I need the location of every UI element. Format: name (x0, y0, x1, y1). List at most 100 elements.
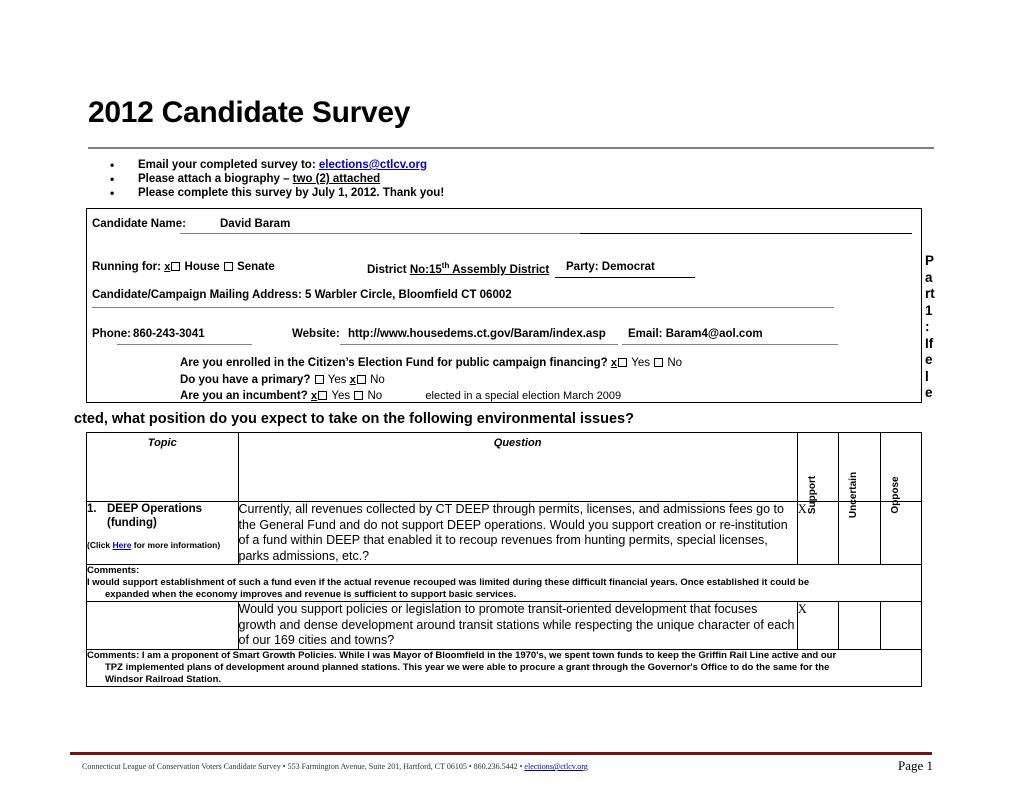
question-cell: Currently, all revenues collected by CT … (237, 501, 798, 565)
incumbent-yes-checkbox[interactable] (318, 391, 328, 400)
senate-label: Senate (237, 261, 275, 273)
list-item: • Please attach a biography – two (2) at… (110, 172, 444, 186)
house-mark: x (164, 261, 171, 273)
part-char: e (925, 385, 933, 400)
part-char: If (925, 335, 934, 351)
comments-line: I would support establishment of such a … (87, 577, 810, 588)
comments-line: TPZ implemented plans of development aro… (105, 661, 830, 673)
senate-checkbox[interactable] (223, 262, 233, 271)
part-char: a (925, 269, 933, 285)
instruction-text: Please complete this survey by July 1, 2… (138, 187, 445, 199)
district-value[interactable]: No:15th Assembly District (410, 261, 549, 276)
candidate-name-label: Candidate Name: (92, 218, 186, 230)
party-value[interactable]: Party: Democrat (566, 261, 655, 273)
running-for-row: Running for: x House Senate (92, 261, 275, 273)
mailing-address-value[interactable]: 5 Warbler Circle, Bloomfield CT 06002 (305, 289, 512, 301)
header-support-label: Support (806, 475, 818, 515)
footer-divider (70, 752, 932, 755)
part-heading-continuation: cted, what position do you expect to tak… (74, 411, 634, 427)
title-divider (88, 147, 934, 149)
part-heading-vertical: P a rt 1 : If e l e (925, 253, 947, 402)
survey-table: Topic Question Support Uncertain Oppose … (86, 432, 923, 687)
topic-more-info: (Click Here for more information) (87, 540, 221, 550)
incumbent-yes-mark: x (311, 390, 318, 402)
incumbent-yes-label: Yes (331, 390, 351, 402)
comments-row: Comments: I am a proponent of Smart Grow… (86, 648, 922, 687)
comments-line: expanded when the economy improves and r… (105, 589, 517, 600)
house-checkbox[interactable] (171, 262, 181, 271)
header-uncertain-label: Uncertain (848, 471, 860, 519)
more-info-link[interactable]: Here (113, 540, 132, 550)
header-question-label: Question (493, 437, 542, 449)
topic-number: 1. (87, 503, 97, 515)
email-rule (622, 344, 838, 345)
footer-text: Connecticut League of Conservation Voter… (82, 762, 588, 771)
email-label: Email: (628, 328, 663, 340)
comments-line: Comments: I am a proponent of Smart Grow… (87, 649, 837, 661)
candidate-name-rule-2 (580, 233, 912, 234)
header-oppose-label: Oppose (889, 476, 901, 514)
primary-question-text: Do you have a primary? (180, 374, 311, 386)
email-link[interactable]: elections@ctlcv.org (319, 159, 427, 171)
header-oppose: Oppose (879, 432, 923, 514)
bullet-icon: • (110, 158, 115, 172)
candidate-name-value[interactable]: David Baram (220, 218, 290, 230)
primary-yes-checkbox[interactable] (314, 375, 324, 384)
email-value[interactable]: Baram4@aol.com (666, 328, 763, 340)
email-field: Email: Baram4@aol.com (628, 328, 763, 340)
website-label: Website: (292, 328, 340, 340)
comments-cell[interactable]: Comments: I would support establishment … (86, 564, 922, 602)
topic-name-line1: DEEP Operations (107, 503, 203, 515)
part-char: P (925, 253, 935, 268)
footer-org-info: Connecticut League of Conservation Voter… (82, 762, 525, 771)
part-char: l (925, 368, 929, 384)
cef-no-label: No (667, 357, 683, 369)
primary-yes-label: Yes (327, 374, 347, 386)
footer-email-link[interactable]: elections@ctlcv.org (524, 762, 587, 771)
support-cell[interactable]: X (796, 601, 840, 650)
mailing-address-row: Candidate/Campaign Mailing Address: 5 Wa… (92, 289, 512, 301)
mailing-address-label: Candidate/Campaign Mailing Address: (92, 289, 302, 301)
biography-note: two (2) attached (292, 173, 381, 185)
cef-question-text: Are you enrolled in the Citizen’s Electi… (180, 357, 608, 369)
document-page: 2012 Candidate Survey • Email your compl… (0, 0, 1020, 788)
comments-label: Comments: (87, 565, 140, 576)
comments-line: Windsor Railroad Station. (105, 673, 222, 685)
party-rule (555, 277, 695, 278)
part-char: 1 (925, 302, 933, 318)
incumbent-note: elected in a special election March 2009 (425, 390, 622, 402)
list-item: • Please complete this survey by July 1,… (110, 186, 444, 200)
phone-value[interactable]: 860-243-3041 (133, 328, 205, 340)
instruction-text: Email your completed survey to: election… (138, 159, 428, 171)
topic-cell: 1. DEEP Operations (funding) (Click Here … (86, 501, 239, 565)
website-value[interactable]: http://www.housedems.ct.gov/Baram/index.… (348, 328, 606, 340)
instructions-list: • Email your completed survey to: electi… (110, 158, 444, 200)
header-support: Support (796, 432, 840, 514)
cef-question-row: Are you enrolled in the Citizen’s Electi… (180, 357, 682, 369)
page-title: 2012 Candidate Survey (88, 96, 411, 129)
house-label: House (184, 261, 220, 273)
bullet-icon: • (110, 186, 115, 200)
cef-yes-mark: x (610, 357, 617, 369)
cef-no-checkbox[interactable] (654, 358, 664, 367)
topic-name-line2: (funding) (107, 517, 157, 529)
bullet-icon: • (110, 172, 115, 186)
district-label: District (367, 263, 407, 276)
header-topic-label: Topic (147, 437, 177, 449)
oppose-cell[interactable] (879, 601, 923, 650)
cef-yes-label: Yes (631, 357, 650, 369)
topic-cell (86, 601, 239, 650)
header-topic: Topic (86, 432, 239, 502)
comments-cell[interactable]: Comments: I am a proponent of Smart Grow… (86, 648, 922, 687)
page-number: Page 1 (898, 758, 934, 773)
uncertain-cell[interactable] (838, 501, 881, 565)
website-rule (340, 344, 618, 345)
part-char: rt (925, 286, 935, 301)
primary-no-checkbox[interactable] (356, 375, 366, 384)
incumbent-no-label: No (367, 390, 383, 402)
uncertain-cell[interactable] (838, 601, 881, 650)
running-for-label: Running for: (92, 261, 161, 273)
incumbent-no-checkbox[interactable] (354, 391, 364, 400)
cef-yes-checkbox[interactable] (618, 358, 627, 367)
incumbent-question-text: Are you an incumbent? (180, 390, 308, 402)
